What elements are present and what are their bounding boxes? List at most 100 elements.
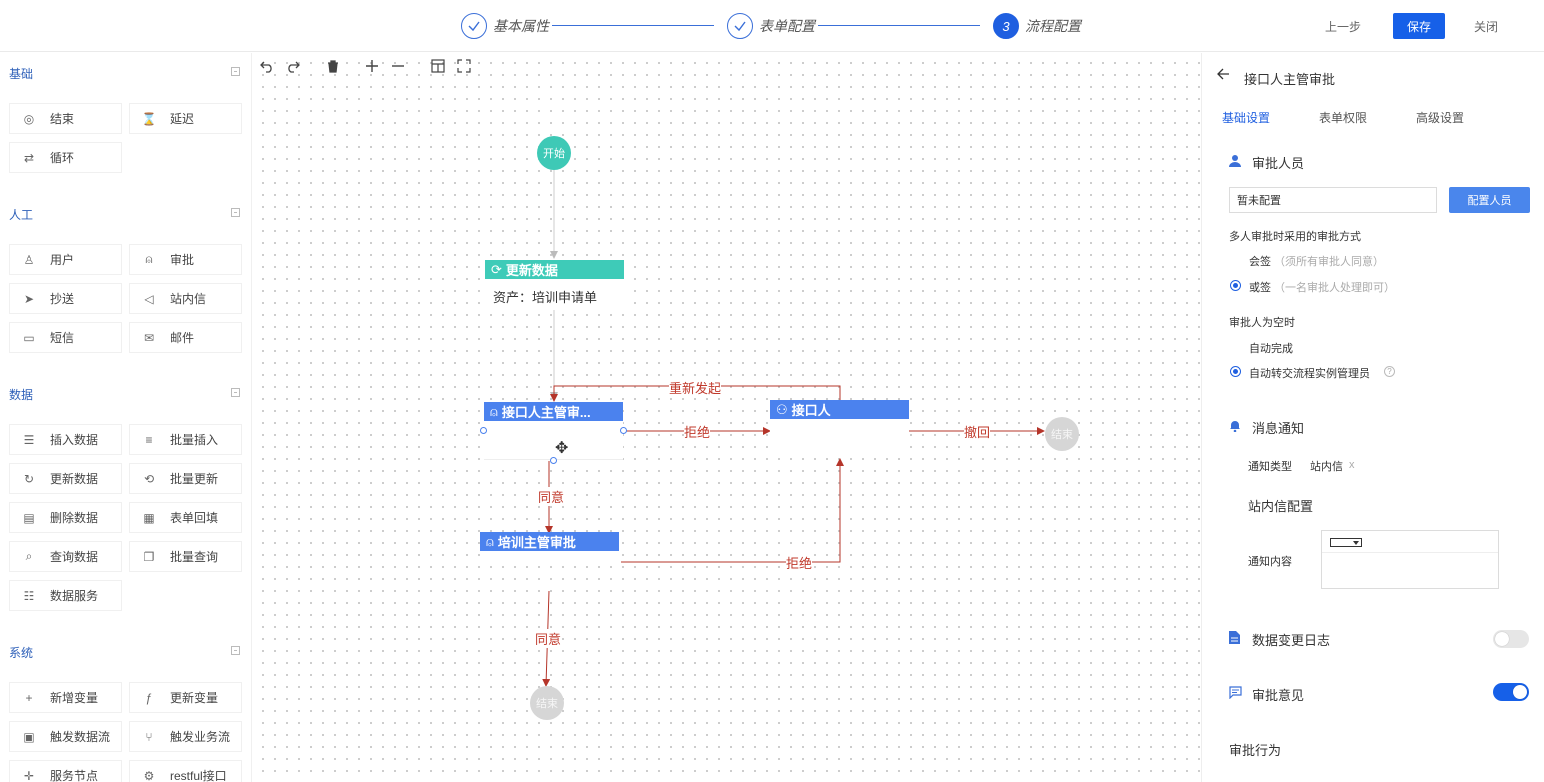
back-arrow-icon[interactable] (1216, 67, 1232, 83)
node-body: 资产：培训申请单 (493, 290, 598, 305)
auto-complete-label[interactable]: 自动完成 (1249, 340, 1293, 356)
palette-item[interactable]: ▣ 触发数据流 (9, 721, 122, 752)
palette-item-label: 用户 (50, 253, 75, 267)
field-dropdown-icon[interactable] (1330, 538, 1362, 547)
collapse-icon[interactable] (231, 208, 240, 217)
empty-approver-label: 审批人为空时 (1229, 317, 1295, 329)
connect-handle-right[interactable] (620, 427, 627, 434)
stepper-bar: 基本属性 表单配置 3 流程配置 上一步 保存 关闭 (0, 0, 1544, 52)
connect-handle-left[interactable] (480, 427, 487, 434)
palette-item-label: 审批 (170, 253, 195, 267)
auto-transfer-label[interactable]: 自动转交流程实例管理员 (1249, 365, 1370, 381)
palette-item-label: 表单回填 (170, 511, 219, 525)
palette-item[interactable]: ƒ 更新变量 (129, 682, 242, 713)
mode-or-label[interactable]: 或签 (1249, 279, 1271, 295)
node-title: 接口人主管审... (501, 405, 591, 420)
palette-item[interactable]: ✉ 邮件 (129, 322, 242, 353)
mode-or-radio[interactable] (1230, 280, 1241, 291)
tag-remove-icon[interactable]: x (1349, 459, 1355, 471)
palette-item[interactable]: ⌕ 查询数据 (9, 541, 122, 572)
function-icon: ƒ (145, 690, 153, 705)
palette-item[interactable]: ⟲ 批量更新 (129, 463, 242, 494)
notify-content-editor[interactable] (1321, 530, 1499, 589)
opinion-toggle[interactable] (1493, 683, 1529, 701)
palette-item[interactable]: ◁ 站内信 (129, 283, 242, 314)
collapse-icon[interactable] (231, 67, 240, 76)
config-approver-button[interactable]: 配置人员 (1449, 187, 1530, 213)
approver-field[interactable]: 暂未配置 (1229, 187, 1437, 213)
step-flow-config[interactable]: 3 流程配置 (993, 12, 1081, 40)
save-button[interactable]: 保存 (1393, 13, 1445, 39)
palette-item[interactable]: ✛ 服务节点 (9, 760, 122, 782)
palette-item[interactable]: ⍝ 审批 (129, 244, 242, 275)
palette-item[interactable]: ⑂ 触发业务流 (129, 721, 242, 752)
update-data-node[interactable]: ⟳ 更新数据 资产：培训申请单 (485, 260, 624, 310)
start-node[interactable]: 开始 (537, 136, 571, 170)
palette-item-label: 延迟 (170, 112, 195, 126)
tab-basic-settings[interactable]: 基础设置 (1222, 109, 1270, 126)
editor-toolbar (1322, 531, 1498, 553)
end-node-bottom[interactable]: 结束 (530, 686, 564, 720)
palette-item[interactable]: ☰ 插入数据 (9, 424, 122, 455)
step-form-config[interactable]: 表单配置 (727, 12, 815, 40)
train-approve-node[interactable]: ⍝ 培训主管审批 (480, 532, 619, 562)
edge-label-agree1: 同意 (538, 487, 565, 506)
step-connector (818, 25, 980, 26)
approve-node-selected[interactable]: ⍝ 接口人主管审... (484, 402, 623, 460)
palette-item[interactable]: ▦ 表单回填 (129, 502, 242, 533)
tab-advanced-settings[interactable]: 高级设置 (1416, 109, 1464, 126)
contact-node[interactable]: ⚇ 接口人 (770, 400, 909, 458)
palette-item-label: 批量更新 (170, 472, 219, 486)
batch-insert-icon: ≡ (145, 432, 153, 447)
palette-item[interactable]: ▭ 短信 (9, 322, 122, 353)
node-title: 更新数据 (505, 263, 558, 278)
palette-item-label: 更新数据 (50, 472, 99, 486)
data-log-toggle[interactable] (1493, 630, 1529, 648)
palette-item[interactable]: ♙ 用户 (9, 244, 122, 275)
close-button[interactable]: 关闭 (1460, 13, 1512, 39)
tab-form-permission[interactable]: 表单权限 (1319, 109, 1367, 126)
step-connector (552, 25, 714, 26)
user-icon: ⚇ (776, 401, 788, 417)
palette-item[interactable]: ⚙ restful接口 (129, 760, 242, 782)
palette-item[interactable]: ◎ 结束 (9, 103, 122, 134)
collapse-icon[interactable] (231, 646, 240, 655)
palette-item[interactable]: + 新增变量 (9, 682, 122, 713)
mode-countersign-label[interactable]: 会签 (1249, 253, 1271, 269)
palette-item-label: 新增变量 (50, 691, 99, 705)
auto-transfer-radio[interactable] (1230, 366, 1241, 377)
palette-item-label: 触发数据流 (50, 730, 111, 744)
palette-group-title: 数据 (9, 388, 34, 402)
palette-item[interactable]: ❐ 批量查询 (129, 541, 242, 572)
approve-stamp-icon: ⍝ (486, 533, 494, 549)
palette-item-label: 抄送 (50, 292, 75, 306)
palette-item[interactable]: ⌛ 延迟 (129, 103, 242, 134)
refresh-icon: ⟳ (491, 261, 502, 277)
palette-item-label: 批量插入 (170, 433, 219, 447)
palette-item-label: 查询数据 (50, 550, 99, 564)
step-number: 3 (993, 13, 1019, 39)
collapse-icon[interactable] (231, 388, 240, 397)
palette-item-label: 删除数据 (50, 511, 99, 525)
data-log-title: 数据变更日志 (1252, 633, 1331, 648)
connect-handle-bottom[interactable] (550, 457, 557, 464)
node-header: ⍝ 培训主管审批 (480, 532, 619, 551)
edge-label-resubmit: 重新发起 (669, 378, 722, 397)
step-basic-props[interactable]: 基本属性 (461, 12, 549, 40)
palette-item[interactable]: ➤ 抄送 (9, 283, 122, 314)
edge-label-reject2: 拒绝 (786, 553, 813, 572)
flow-canvas[interactable]: 开始 ⟳ 更新数据 资产：培训申请单 ⍝ 接口人主管审... ✥ ⚇ 接口人 ⍝… (253, 53, 1200, 782)
palette-item[interactable]: ⇄ 循环 (9, 142, 122, 173)
approval-behavior-title: 审批行为 (1229, 743, 1282, 758)
node-header: ⚇ 接口人 (770, 400, 909, 419)
palette-item[interactable]: ≡ 批量插入 (129, 424, 242, 455)
palette-item[interactable]: ▤ 删除数据 (9, 502, 122, 533)
help-icon[interactable]: ? (1384, 366, 1395, 377)
palette-item-label: 循环 (50, 151, 75, 165)
workflow-editor: 基本属性 表单配置 3 流程配置 上一步 保存 关闭 基础 ◎ 结束 ⌛ 延迟 ⇄ 循环 人工… (0, 0, 1544, 782)
palette-item[interactable]: ↻ 更新数据 (9, 463, 122, 494)
prev-step-button[interactable]: 上一步 (1318, 13, 1368, 39)
palette-item[interactable]: ☷ 数据服务 (9, 580, 122, 611)
end-node-right[interactable]: 结束 (1045, 417, 1079, 451)
node-title: 培训主管审批 (497, 535, 576, 550)
